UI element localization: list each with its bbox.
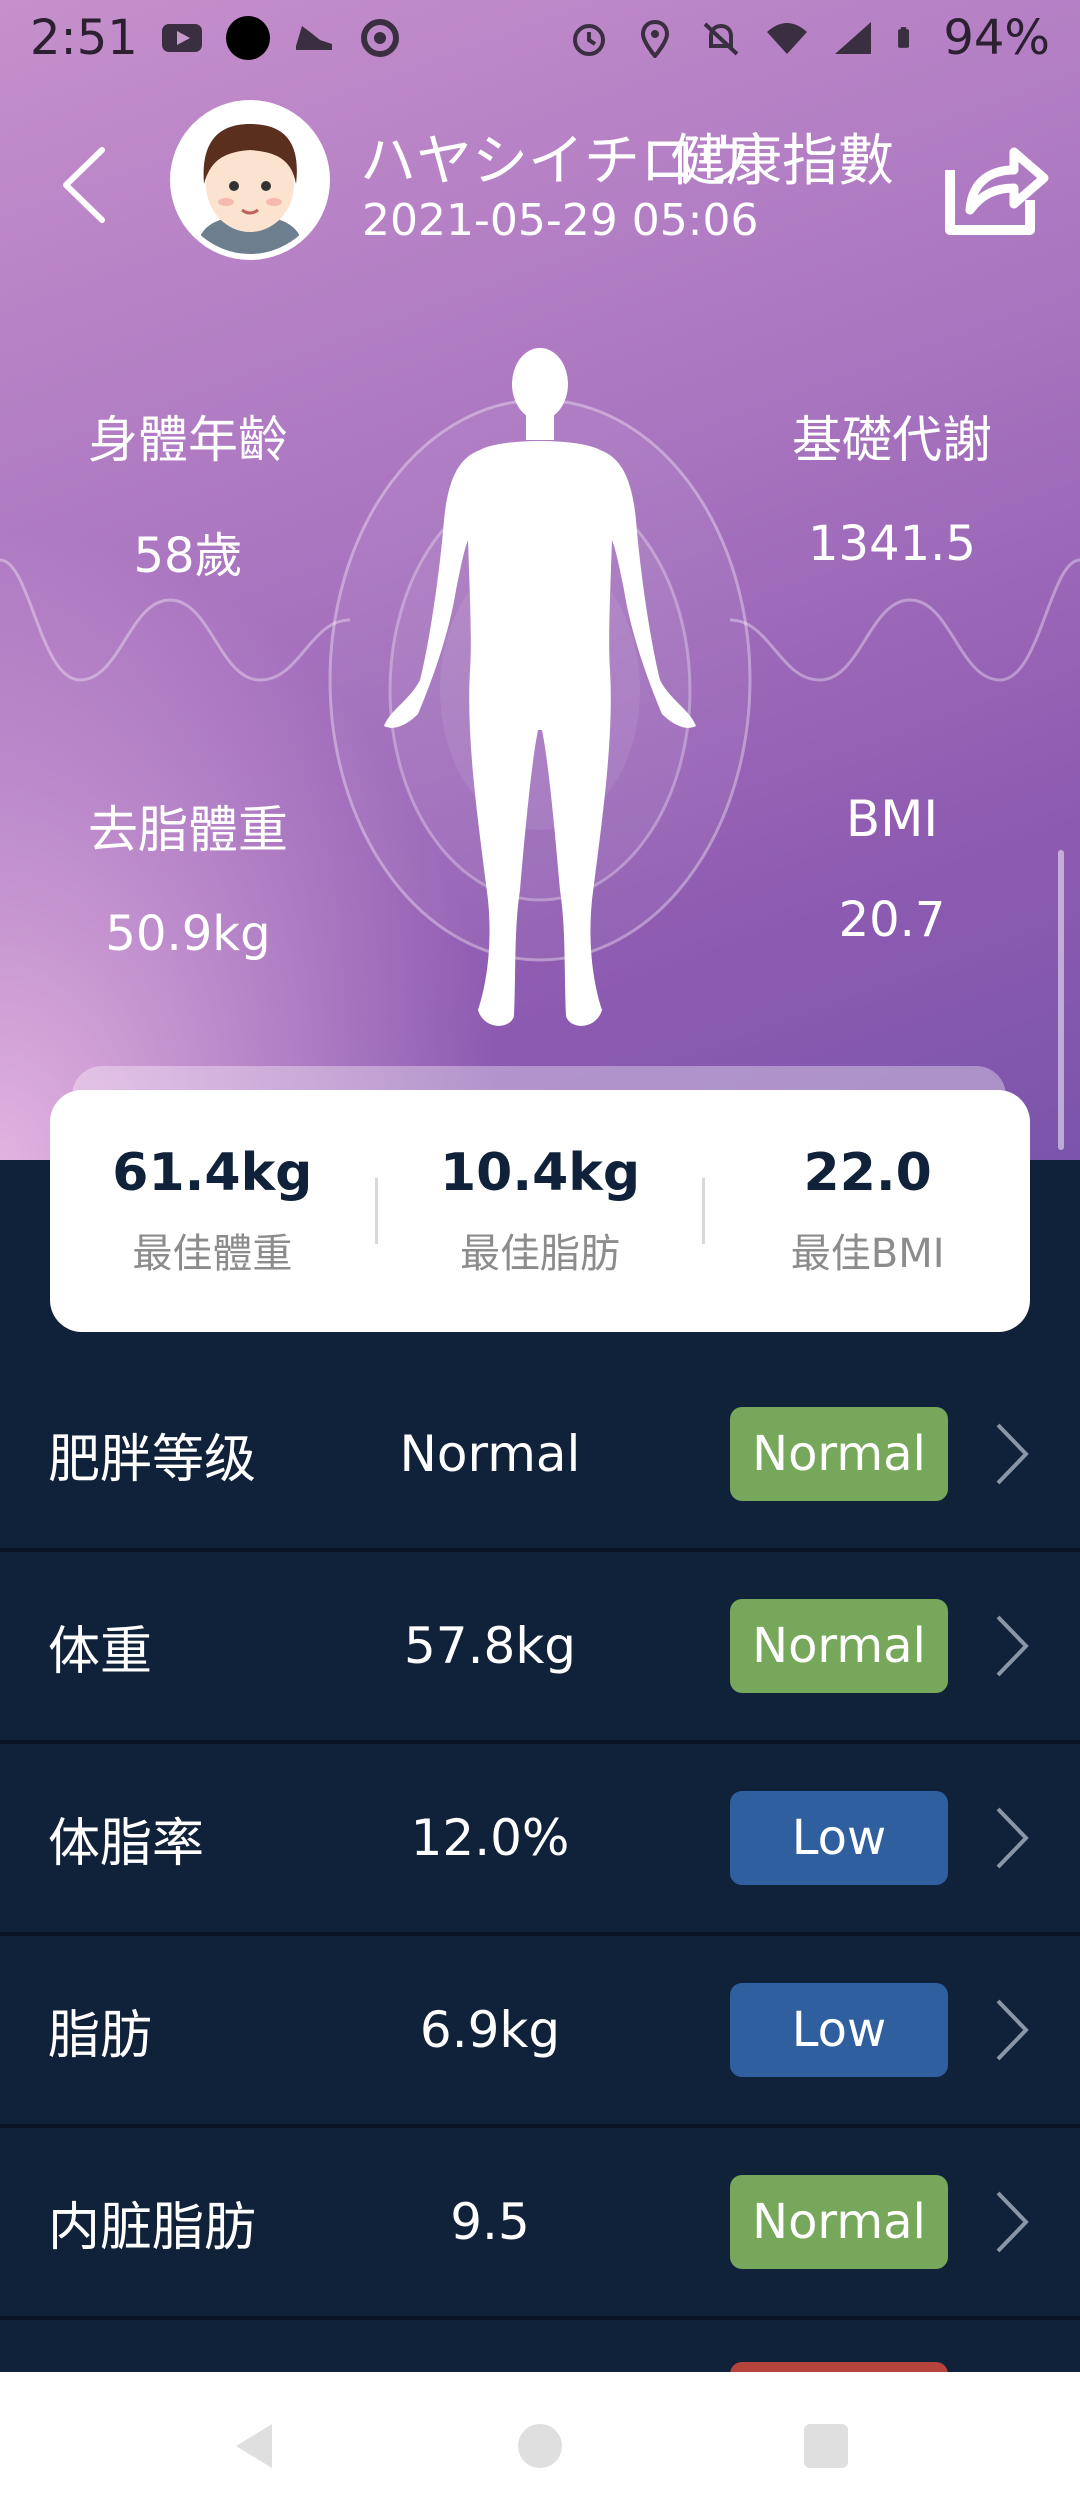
nav-home-icon[interactable] (512, 2418, 568, 2474)
row-value: 12.0% (410, 1809, 570, 1867)
battery-icon (898, 27, 910, 48)
metric-label: 去脂體重 (88, 801, 288, 859)
metric-bmr: 基礎代謝 1341.5 (722, 400, 1062, 572)
row-label: 肥胖等级 (48, 1429, 257, 1490)
chevron-right-icon (996, 1807, 1029, 1869)
battery-percent: 94% (943, 10, 1050, 66)
list-item-obesity-level[interactable]: 肥胖等级 Normal Normal (0, 1360, 1080, 1552)
status-badge: Low (730, 1791, 948, 1885)
metric-bmi: BMI 20.7 (722, 790, 1062, 948)
ideal-weight: 61.4kg 最佳體重 (50, 1143, 375, 1279)
metric-value: 20.7 (838, 892, 946, 948)
status-badge: Normal (730, 1407, 948, 1501)
navigation-bar (0, 2372, 1080, 2520)
status-badge: Normal (730, 1599, 948, 1693)
list-item-fat[interactable]: 脂肪 6.9kg Low (0, 1936, 1080, 2128)
status-time: 2:51 (30, 10, 138, 66)
row-value: Normal (399, 1425, 581, 1483)
chevron-right-icon (996, 1999, 1029, 2061)
metric-value: 58歲 (133, 528, 243, 584)
metric-value: 1341.5 (808, 516, 976, 572)
page-title: 健康指數 (670, 129, 894, 194)
row-label: 脂肪 (48, 2005, 153, 2066)
wifi-icon (767, 23, 808, 54)
sync-icon (360, 19, 399, 57)
location-icon (641, 19, 670, 58)
status-badge: Normal (730, 2175, 948, 2269)
ideal-fat: 10.4kg 最佳脂肪 (378, 1143, 703, 1279)
summary-label: 最佳脂肪 (460, 1231, 620, 1277)
metric-label: 身體年齡 (88, 411, 288, 469)
summary-label: 最佳體重 (132, 1231, 293, 1277)
chevron-right-icon (996, 1615, 1029, 1677)
shoe-icon (295, 26, 332, 50)
share-icon[interactable] (940, 130, 1050, 240)
summary-label: 最佳BMI (790, 1231, 945, 1277)
avatar[interactable] (170, 100, 330, 260)
metric-lean-mass: 去脂體重 50.9kg (18, 790, 358, 962)
metric-label: BMI (845, 790, 939, 848)
circle-icon (225, 16, 270, 60)
hero-section: 2:51 94% ハヤシイチロウ 健康指數 2021-05-29 05:06 身… (0, 0, 1080, 1160)
body-silhouette (384, 348, 696, 1026)
youtube-icon (161, 24, 202, 52)
status-badge: Low (730, 1983, 948, 2077)
ideal-bmi: 22.0 最佳BMI (705, 1143, 1030, 1279)
list-item-visceral-fat[interactable]: 内脏脂肪 9.5 Normal (0, 2128, 1080, 2320)
chevron-right-icon (996, 1423, 1029, 1485)
row-label: 内脏脂肪 (48, 2197, 257, 2258)
avatar-face-icon (176, 106, 324, 254)
row-value: 9.5 (450, 2193, 530, 2251)
row-label: 体重 (48, 1621, 153, 1682)
status-bar: 2:51 94% (0, 0, 1080, 76)
indicator-list: 肥胖等级 Normal Normal 体重 57.8kg Normal 体脂率 … (0, 1360, 1080, 2390)
measurement-timestamp: 2021-05-29 05:06 (362, 195, 759, 246)
row-value: 6.9kg (419, 2001, 561, 2059)
row-label: 体脂率 (48, 1813, 205, 1874)
summary-value: 22.0 (803, 1143, 932, 1203)
chevron-right-icon (996, 2191, 1029, 2253)
ideal-summary-card: 61.4kg 最佳體重 10.4kg 最佳脂肪 22.0 最佳BMI (50, 1090, 1030, 1332)
list-item-weight[interactable]: 体重 57.8kg Normal (0, 1552, 1080, 1744)
nav-back-icon[interactable] (226, 2418, 282, 2474)
summary-value: 10.4kg (439, 1143, 641, 1203)
nav-recents-icon[interactable] (798, 2418, 854, 2474)
metric-body-age: 身體年齡 58歲 (18, 400, 358, 586)
back-button[interactable] (50, 140, 120, 230)
list-item-body-fat-rate[interactable]: 体脂率 12.0% Low (0, 1744, 1080, 1936)
scroll-indicator[interactable] (1058, 850, 1064, 1150)
summary-value: 61.4kg (112, 1143, 313, 1203)
signal-icon (835, 22, 872, 54)
mute-icon (703, 22, 739, 56)
header: ハヤシイチロウ 健康指數 2021-05-29 05:06 (0, 100, 1080, 270)
alarm-icon (573, 24, 606, 56)
metric-value: 50.9kg (105, 906, 271, 962)
metric-label: 基礎代謝 (792, 411, 992, 469)
row-value: 57.8kg (403, 1617, 577, 1675)
